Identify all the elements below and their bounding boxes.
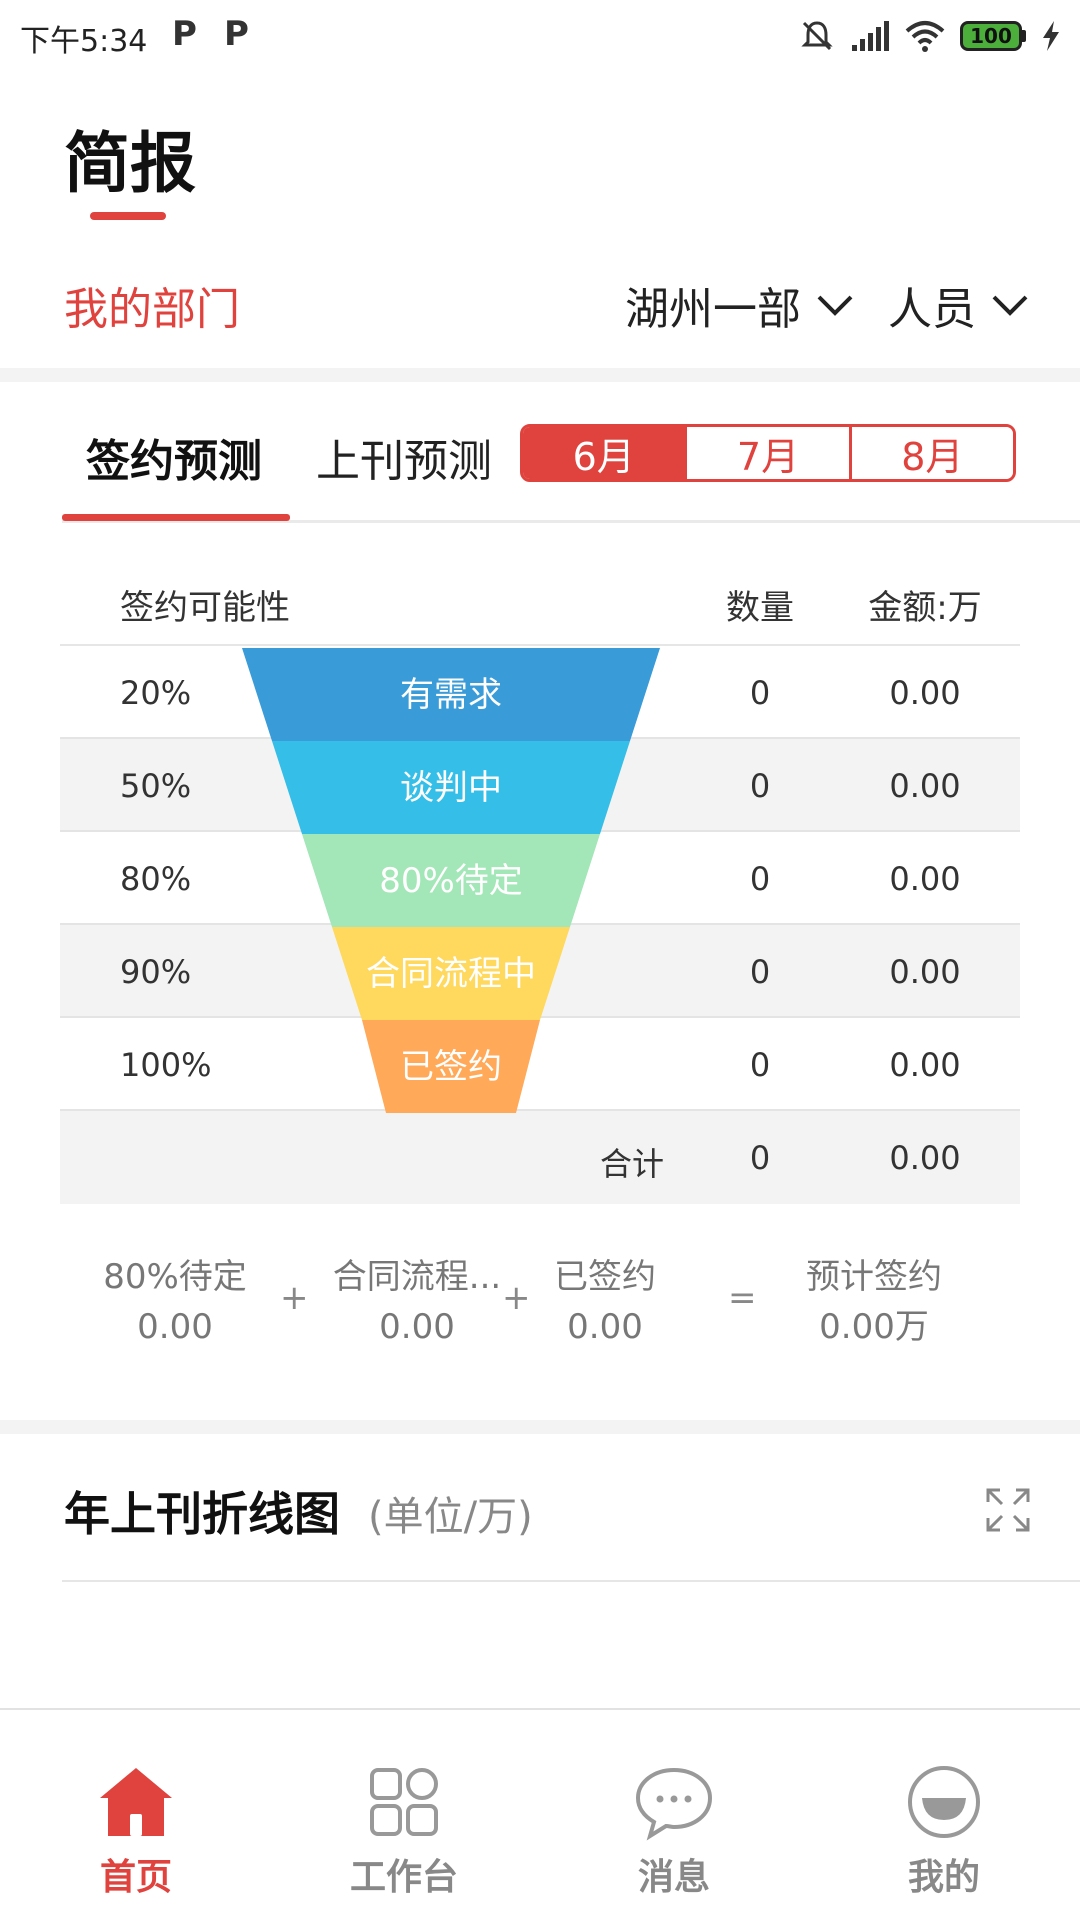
section-separator [0, 368, 1080, 382]
header-amount: 金额:万 [868, 588, 982, 628]
charging-icon [1043, 21, 1059, 51]
signal-icon [852, 21, 889, 51]
formula-pending: 80%待定 0.00 [88, 1252, 262, 1352]
header-probability: 签约可能性 [120, 588, 290, 628]
my-department-label: 我的部门 [64, 284, 240, 335]
funnel-table: 签约可能性 数量 金额:万 20% 0 0.00 50% 0 0.00 80% … [60, 560, 1020, 1204]
tab-signing-forecast[interactable]: 签约预测 [86, 425, 262, 489]
status-time: 下午5:34 [20, 24, 148, 59]
chat-icon [635, 1767, 713, 1841]
app-notification-icon: P [224, 14, 249, 54]
formula-pending-value: 0.00 [137, 1307, 213, 1347]
formula-signed-value: 0.00 [567, 1307, 643, 1347]
bottom-navigation: 首页 工作台 消息 我的 [0, 1708, 1080, 1920]
equals-sign: = [728, 1278, 757, 1318]
person-filter-value: 人员 [888, 284, 976, 335]
formula-signed-label: 已签约 [554, 1257, 656, 1297]
formula-result: 预计签约 0.00万 [790, 1252, 958, 1352]
grid-icon [370, 1768, 438, 1836]
row-quantity: 0 [749, 767, 771, 805]
chart-section-title: 年上刊折线图 [64, 1487, 340, 1541]
profile-icon [908, 1766, 980, 1838]
active-tab-indicator [62, 514, 290, 521]
row-amount: 0.00 [889, 767, 961, 805]
table-total-row: 合计 0 0.00 [60, 1111, 1020, 1204]
department-filter-value: 湖州一部 [625, 284, 801, 335]
plus-sign: + [280, 1278, 309, 1318]
total-label: 合计 [600, 1145, 665, 1183]
wifi-icon [905, 21, 945, 52]
row-quantity: 0 [749, 860, 771, 898]
page-title: 简报 [64, 125, 196, 202]
app-notification-icon: P [172, 14, 197, 54]
header-quantity: 数量 [726, 588, 794, 628]
month-june-button[interactable]: 6月 [523, 427, 685, 479]
row-probability: 50% [120, 767, 192, 805]
formula-result-value: 0.00万 [819, 1307, 929, 1347]
formula-pending-label: 80%待定 [103, 1257, 247, 1297]
table-row: 20% 0 0.00 [60, 646, 1020, 739]
formula-signed: 已签约 0.00 [540, 1252, 670, 1352]
nav-workbench-label: 工作台 [349, 1857, 458, 1898]
person-filter-dropdown[interactable]: 人员 [888, 273, 1030, 337]
status-bar: 下午5:34 P P 100 [0, 0, 1080, 72]
total-quantity: 0 [749, 1139, 771, 1177]
formula-contract-value: 0.00 [379, 1307, 455, 1347]
nav-workbench[interactable]: 工作台 [304, 1710, 504, 1920]
table-row: 90% 0 0.00 [60, 925, 1020, 1018]
battery-icon: 100 [960, 21, 1026, 51]
table-row: 100% 0 0.00 [60, 1018, 1020, 1111]
nav-messages-label: 消息 [637, 1857, 710, 1898]
home-icon [100, 1768, 172, 1836]
formula-contract-label: 合同流程... [332, 1257, 502, 1297]
total-amount: 0.00 [889, 1139, 961, 1177]
row-probability: 20% [120, 674, 192, 712]
formula-result-label: 预计签约 [806, 1257, 942, 1297]
row-quantity: 0 [749, 674, 771, 712]
section-separator [0, 1420, 1080, 1434]
month-july-button[interactable]: 7月 [684, 427, 849, 479]
nav-profile[interactable]: 我的 [844, 1710, 1044, 1920]
department-row: 我的部门 湖州一部 人员 [0, 265, 1080, 335]
chart-section-unit: (单位/万) [368, 1494, 533, 1540]
formula-contract: 合同流程... 0.00 [324, 1252, 510, 1352]
expand-icon[interactable] [986, 1488, 1030, 1532]
table-header: 签约可能性 数量 金额:万 [60, 560, 1020, 646]
row-probability: 90% [120, 953, 192, 991]
nav-profile-label: 我的 [907, 1857, 980, 1898]
mute-icon [801, 21, 833, 51]
month-selector: 6月 7月 8月 [520, 424, 1016, 482]
row-probability: 100% [120, 1046, 212, 1084]
row-amount: 0.00 [889, 674, 961, 712]
status-icons: 100 [798, 14, 1062, 58]
row-amount: 0.00 [889, 1046, 961, 1084]
row-quantity: 0 [749, 953, 771, 991]
plus-sign: + [502, 1278, 531, 1318]
nav-home-label: 首页 [99, 1857, 172, 1898]
chevron-down-icon [992, 295, 1028, 316]
row-amount: 0.00 [889, 860, 961, 898]
chart-divider [62, 1580, 1080, 1582]
row-probability: 80% [120, 860, 192, 898]
row-amount: 0.00 [889, 953, 961, 991]
nav-messages[interactable]: 消息 [574, 1710, 774, 1920]
battery-level: 100 [960, 21, 1022, 51]
chevron-down-icon [817, 295, 853, 316]
table-row: 50% 0 0.00 [60, 739, 1020, 832]
table-row: 80% 0 0.00 [60, 832, 1020, 925]
nav-home[interactable]: 首页 [36, 1710, 236, 1920]
row-quantity: 0 [749, 1046, 771, 1084]
department-filter-dropdown[interactable]: 湖州一部 [625, 273, 855, 337]
month-august-button[interactable]: 8月 [848, 427, 1013, 479]
title-underline [90, 212, 166, 220]
tab-publishing-forecast[interactable]: 上刊预测 [316, 425, 492, 489]
